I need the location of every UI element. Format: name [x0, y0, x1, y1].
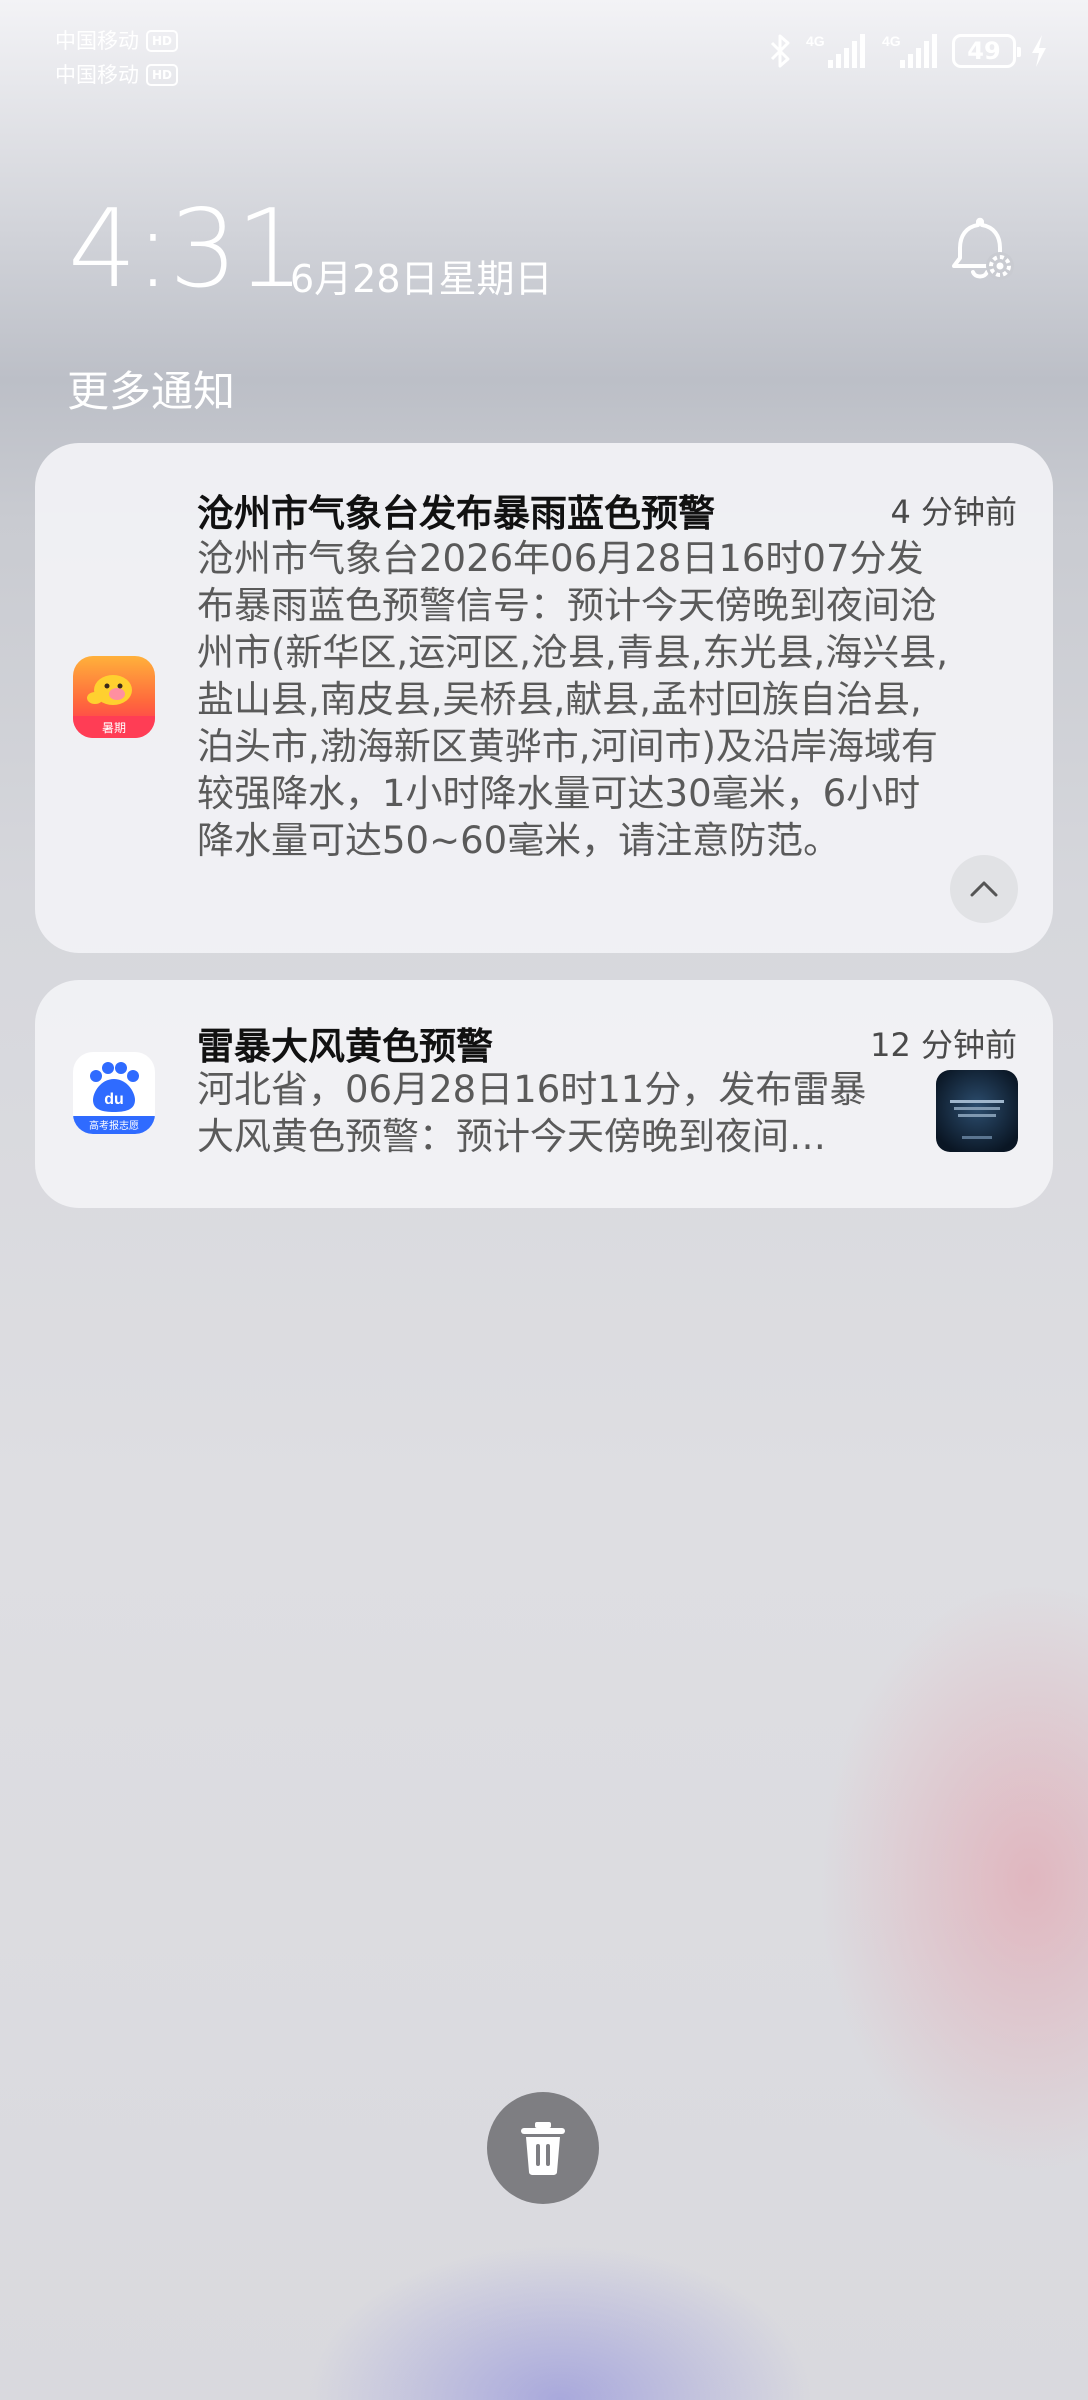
carrier-name: 中国移动 [55, 63, 139, 87]
notification-title: 雷暴大风黄色预警 [197, 1025, 493, 1068]
carrier-2: 中国移动 HD [55, 58, 179, 92]
notification-body: 沧州市气象台2026年06月28日16时07分发布暴雨蓝色预警信号：预计今天傍晚… [197, 537, 949, 862]
clear-all-button[interactable] [487, 2092, 599, 2204]
notification-card[interactable]: du 高考报志愿 雷暴大风黄色预警 12 分钟前 河北省，06月28日16时11… [35, 980, 1053, 1208]
app-icon-label: du [104, 1091, 124, 1108]
battery-level: 49 [967, 37, 1001, 65]
collapse-button[interactable] [950, 855, 1018, 923]
section-label: 更多通知 [67, 367, 236, 416]
app-icon: 暑期 [73, 656, 155, 738]
notification-body: 河北省，06月28日16时11分，发布雷暴大风黄色预警：预计今天傍晚到夜间… [197, 1068, 867, 1158]
notification-thumbnail[interactable] [936, 1070, 1018, 1152]
status-icons: 4G 4G 49 [768, 32, 1048, 70]
notification-title: 沧州市气象台发布暴雨蓝色预警 [197, 492, 715, 535]
clock-date: 6月28日星期日 [290, 257, 553, 301]
notification-time: 4 分钟前 [890, 493, 1017, 531]
chevron-up-icon [970, 881, 998, 897]
network-type: 4G [806, 33, 825, 49]
app-icon-label: 暑期 [102, 721, 126, 735]
bluetooth-icon [770, 34, 790, 68]
signal-icon: 4G [882, 33, 937, 68]
notification-time: 12 分钟前 [870, 1026, 1017, 1064]
notification-settings-icon[interactable] [948, 214, 1018, 284]
charging-icon [1032, 35, 1046, 67]
carrier-info: 中国移动 HD 中国移动 HD [55, 24, 179, 92]
signal-icon: 4G [806, 33, 865, 68]
carrier-name: 中国移动 [55, 29, 139, 53]
app-icon-sublabel: 高考报志愿 [89, 1119, 139, 1132]
app-icon: du 高考报志愿 [73, 1052, 155, 1134]
notification-card[interactable]: 暑期 沧州市气象台发布暴雨蓝色预警 4 分钟前 沧州市气象台2026年06月28… [35, 443, 1053, 953]
network-type: 4G [882, 33, 901, 49]
hd-badge: HD [146, 64, 179, 86]
battery-icon: 49 [952, 34, 1021, 68]
clock-time: 4:31 [68, 187, 305, 312]
carrier-1: 中国移动 HD [55, 24, 179, 58]
trash-icon [521, 2122, 565, 2175]
hd-badge: HD [146, 30, 179, 52]
